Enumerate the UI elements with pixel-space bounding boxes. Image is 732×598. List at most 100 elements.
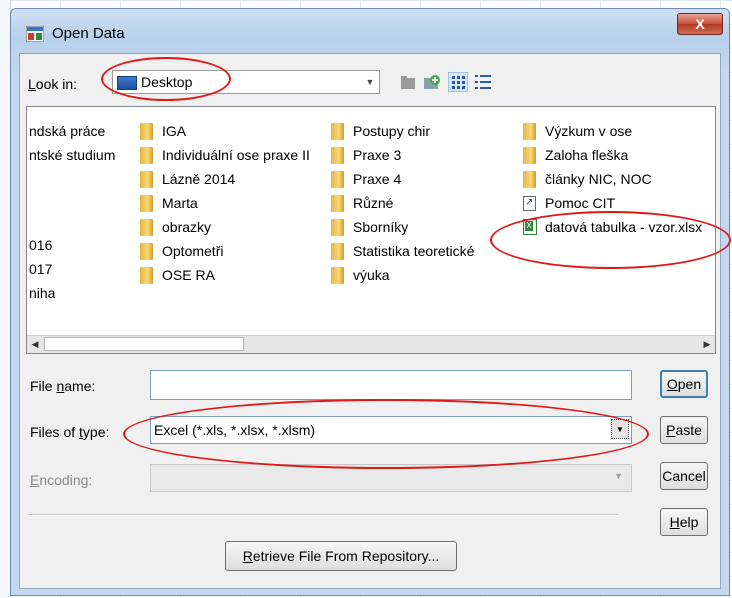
file-label: Marta: [162, 195, 198, 211]
look-in-dropdown[interactable]: Desktop ▼: [112, 70, 380, 94]
file-label: datová tabulka - vzor.xlsx: [545, 219, 703, 235]
list-item[interactable]: Různé: [331, 193, 393, 213]
cancel-button[interactable]: Cancel: [660, 462, 708, 490]
folder-icon: [140, 122, 153, 140]
list-item[interactable]: články NIC, NOC: [523, 169, 652, 189]
folder-icon: [140, 218, 153, 236]
list-item[interactable]: Výzkum v ose: [523, 121, 632, 141]
folder-icon: [331, 242, 344, 260]
list-item[interactable]: OSE RA: [140, 265, 215, 285]
look-in-label: Look in:: [28, 76, 78, 92]
file-label: OSE RA: [162, 267, 215, 283]
file-name-input[interactable]: [150, 370, 632, 400]
folder-icon: [140, 194, 153, 212]
folder-icon: [331, 218, 344, 236]
list-item[interactable]: obrazky: [140, 217, 211, 237]
file-label: Zaloha fleška: [545, 147, 629, 163]
excel-file-icon: [523, 219, 537, 235]
folder-icon: [331, 266, 344, 284]
folder-icon: [331, 194, 344, 212]
file-label: výuka: [353, 267, 390, 283]
file-label: ntské studium: [29, 147, 116, 163]
file-label: články NIC, NOC: [545, 171, 652, 187]
file-label: IGA: [162, 123, 187, 139]
paste-button[interactable]: Paste: [660, 416, 708, 444]
list-item[interactable]: niha: [29, 283, 55, 303]
app-icon: [26, 26, 44, 42]
file-label: Výzkum v ose: [545, 123, 633, 139]
file-label: niha: [29, 285, 56, 301]
chevron-down-icon[interactable]: ▼: [611, 419, 629, 439]
window-title: Open Data: [52, 25, 125, 42]
folder-icon: [140, 146, 153, 164]
shortcut-icon: [523, 195, 536, 211]
scroll-right-icon[interactable]: ▶: [699, 336, 715, 352]
close-button[interactable]: X: [677, 13, 723, 35]
up-folder-icon[interactable]: [398, 72, 418, 92]
list-item[interactable]: výuka: [331, 265, 390, 285]
list-item[interactable]: 016: [29, 235, 52, 255]
list-item[interactable]: ndská práce: [29, 121, 105, 141]
list-item[interactable]: Marta: [140, 193, 198, 213]
list-item[interactable]: Praxe 3: [331, 145, 401, 165]
list-item[interactable]: ntské studium: [29, 145, 115, 165]
file-label: Postupy chir: [353, 123, 431, 139]
list-item[interactable]: IGA: [140, 121, 186, 141]
title-bar[interactable]: Open Data X: [11, 9, 729, 53]
folder-icon: [331, 146, 344, 164]
list-item[interactable]: Lázně 2014: [140, 169, 235, 189]
new-folder-icon[interactable]: [422, 72, 442, 92]
look-in-value: Desktop: [141, 74, 193, 90]
retrieve-from-repository-button[interactable]: Retrieve File From Repository...: [225, 541, 457, 571]
dialog-body: Look in: Desktop ▼ ndská práce ntské stu…: [19, 53, 721, 589]
open-button[interactable]: Open: [660, 370, 708, 398]
list-item[interactable]: Zaloha fleška: [523, 145, 628, 165]
file-label: Optometři: [162, 243, 224, 259]
files-of-type-dropdown[interactable]: Excel (*.xls, *.xlsx, *.xlsm) ▼: [150, 416, 632, 444]
list-item[interactable]: datová tabulka - vzor.xlsx: [523, 217, 702, 237]
folder-icon: [140, 170, 153, 188]
file-label: Různé: [353, 195, 394, 211]
file-label: ndská práce: [29, 123, 106, 139]
folder-icon: [140, 266, 153, 284]
list-item[interactable]: Sborníky: [331, 217, 408, 237]
list-item[interactable]: 017: [29, 259, 52, 279]
list-item[interactable]: Postupy chir: [331, 121, 430, 141]
scrollbar-thumb[interactable]: [44, 337, 244, 351]
file-label: obrazky: [162, 219, 212, 235]
details-view-icon[interactable]: [473, 72, 493, 92]
folder-icon: [523, 122, 536, 140]
divider: [28, 514, 618, 516]
list-item[interactable]: Individuální ose praxe II: [140, 145, 310, 165]
horizontal-scrollbar[interactable]: ◀ ▶: [27, 335, 715, 353]
file-label: Statistika teoretické: [353, 243, 475, 259]
file-label: 017: [29, 261, 53, 277]
folder-icon: [331, 122, 344, 140]
list-item[interactable]: Optometři: [140, 241, 223, 261]
file-label: Lázně 2014: [162, 171, 236, 187]
files-of-type-value: Excel (*.xls, *.xlsx, *.xlsm): [154, 422, 316, 438]
folder-icon: [523, 146, 536, 164]
file-name-label: File name:: [30, 378, 96, 394]
encoding-dropdown[interactable]: ▼: [150, 464, 632, 492]
files-of-type-label: Files of type:: [30, 424, 110, 440]
list-view-icon[interactable]: [448, 72, 468, 92]
file-label: Sborníky: [353, 219, 409, 235]
file-list[interactable]: ndská práce ntské studium 016 017 niha I…: [26, 106, 716, 354]
scroll-left-icon[interactable]: ◀: [27, 336, 43, 352]
file-label: Praxe 3: [353, 147, 402, 163]
open-data-dialog: Open Data X Look in: Desktop ▼ ndská prá…: [10, 8, 731, 596]
desktop-icon: [117, 76, 137, 90]
chevron-down-icon[interactable]: ▼: [363, 73, 377, 91]
file-label: 016: [29, 237, 53, 253]
help-button[interactable]: Help: [660, 508, 708, 536]
list-item[interactable]: Pomoc CIT: [523, 193, 615, 213]
chevron-down-icon: ▼: [614, 471, 623, 481]
file-label: Praxe 4: [353, 171, 402, 187]
file-label: Pomoc CIT: [545, 195, 616, 211]
folder-icon: [331, 170, 344, 188]
list-item[interactable]: Statistika teoretické: [331, 241, 474, 261]
list-item[interactable]: Praxe 4: [331, 169, 401, 189]
folder-icon: [140, 242, 153, 260]
file-label: Individuální ose praxe II: [162, 147, 310, 163]
